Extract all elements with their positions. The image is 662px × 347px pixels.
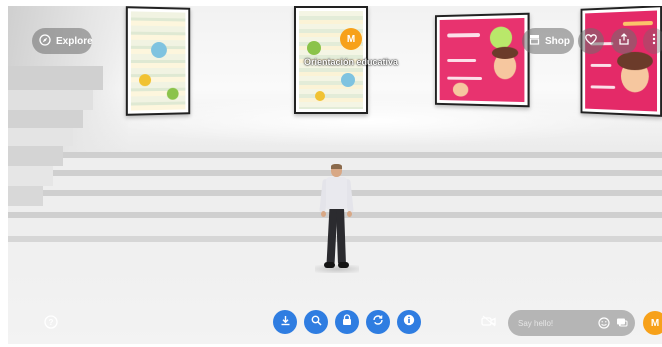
- user-avatar-figure: [315, 164, 359, 274]
- stair-step: [8, 128, 73, 146]
- host-avatar[interactable]: M: [340, 28, 362, 50]
- rotate-icon: [372, 313, 384, 331]
- host-name: Orientación educativa: [303, 57, 399, 67]
- current-user-avatar[interactable]: M: [643, 311, 662, 335]
- lock-icon: [342, 313, 352, 331]
- like-button[interactable]: [578, 28, 604, 54]
- more-vertical-icon: [652, 32, 656, 50]
- heart-icon: [585, 32, 597, 50]
- camera-button[interactable]: [481, 314, 497, 330]
- share-button[interactable]: [611, 28, 637, 54]
- explore-label: Explore: [56, 35, 93, 47]
- camera-icon: [481, 315, 497, 332]
- chat-bar: [508, 310, 635, 336]
- more-button[interactable]: [643, 28, 662, 54]
- shop-button[interactable]: Shop: [522, 28, 574, 54]
- shop-label: Shop: [545, 35, 570, 47]
- share-icon: [618, 32, 630, 50]
- 3d-gallery-scene[interactable]: Explore M Orientación educativa Shop ? S…: [8, 6, 662, 344]
- stair-step: [8, 90, 93, 110]
- download-button[interactable]: [273, 310, 297, 334]
- compass-icon: [39, 33, 51, 49]
- poster-4[interactable]: [580, 6, 662, 117]
- stair-step: [8, 186, 43, 206]
- help-button[interactable]: ?: [44, 315, 58, 329]
- svg-text:?: ?: [49, 318, 54, 327]
- stair-step: [8, 146, 63, 166]
- bottom-toolbar: [273, 310, 421, 334]
- chat-input[interactable]: [518, 318, 593, 328]
- zoom-button[interactable]: [304, 310, 328, 334]
- store-icon: [529, 34, 540, 48]
- zoom-icon: [311, 313, 322, 331]
- stair-step: [8, 166, 53, 186]
- explore-button[interactable]: Explore: [32, 28, 93, 54]
- help-icon: ?: [44, 315, 58, 333]
- poster-1[interactable]: [125, 6, 191, 116]
- lock-button[interactable]: [335, 310, 359, 334]
- stair-step: [8, 66, 103, 90]
- emoji-icon[interactable]: [597, 316, 611, 330]
- download-icon: [280, 313, 291, 331]
- chat-icon[interactable]: [615, 316, 629, 330]
- info-icon: [403, 313, 415, 331]
- rotate-button[interactable]: [366, 310, 390, 334]
- poster-3[interactable]: [435, 12, 530, 108]
- stair-step: [8, 110, 83, 128]
- info-button[interactable]: [397, 310, 421, 334]
